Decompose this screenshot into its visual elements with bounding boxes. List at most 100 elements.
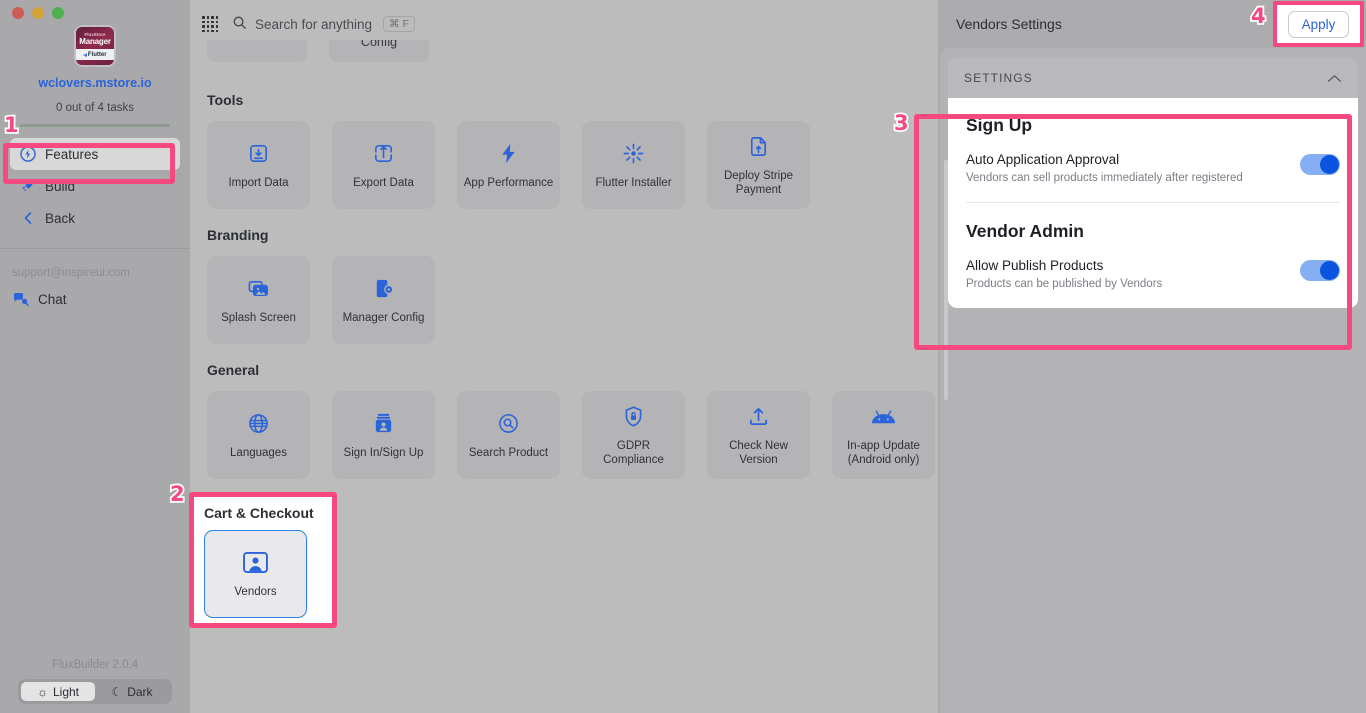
card-in-app-update[interactable]: In-app Update (Android only)	[832, 391, 935, 479]
app-window: FluxStore Manager ◂ Flutter wclovers.mst…	[0, 0, 1366, 713]
card-label: Import Data	[228, 176, 289, 189]
card-label: Vendors	[234, 585, 277, 598]
tasks-progress-bar	[20, 124, 170, 127]
cut-card-label: Config	[360, 40, 398, 49]
bolt-icon	[497, 141, 520, 167]
flutter-strip: ◂ Flutter	[76, 49, 114, 60]
phone-gear-icon	[372, 276, 395, 302]
settings-card: SETTINGS Sign Up Auto Application Approv…	[948, 58, 1358, 308]
section-title: General	[207, 362, 260, 378]
chat-bubble-icon	[12, 291, 29, 307]
section-title: Tools	[207, 92, 244, 108]
close-window-button[interactable]	[12, 7, 24, 19]
theme-switcher[interactable]: ☼ Light ☾ Dark	[18, 679, 172, 704]
theme-dark-label: Dark	[127, 684, 153, 699]
card-sign-in-sign-up[interactable]: Sign In/Sign Up	[332, 391, 435, 479]
card-label: Deploy Stripe Payment	[723, 169, 794, 196]
annotation-badge-1: 1	[2, 111, 20, 139]
sidebar-item-label: Features	[45, 146, 99, 162]
id-card-icon	[372, 411, 395, 437]
support-email[interactable]: support@inspireui.com	[12, 267, 190, 279]
settings-section-title: SETTINGS	[964, 71, 1033, 85]
flutter-glyph-icon: ◂	[83, 51, 87, 59]
cut-off-card-config[interactable]: Config	[329, 40, 429, 62]
card-import-data[interactable]: Import Data	[207, 121, 310, 209]
theme-light-label: Light	[52, 684, 80, 699]
sidebar: FluxStore Manager ◂ Flutter wclovers.mst…	[0, 0, 190, 713]
cut-off-card[interactable]	[207, 40, 307, 62]
card-search-product[interactable]: Search Product	[457, 391, 560, 479]
card-deploy-stripe-payment[interactable]: Deploy Stripe Payment	[707, 121, 810, 209]
setting-description: Vendors can sell products immediately af…	[966, 172, 1243, 184]
chevron-up-icon[interactable]	[1327, 71, 1342, 86]
right-panel-scrollbar[interactable]	[944, 160, 948, 400]
card-flutter-installer[interactable]: Flutter Installer	[582, 121, 685, 209]
app-icon: FluxStore Manager ◂ Flutter	[74, 25, 116, 67]
moon-icon: ☾	[111, 684, 123, 699]
settings-group-title: Sign Up	[966, 115, 1033, 135]
theme-option-light[interactable]: ☼ Light	[21, 682, 95, 701]
section-cards: Splash Screen Manager Config	[207, 256, 435, 344]
apply-button[interactable]: Apply	[1287, 10, 1350, 38]
apps-grid-icon[interactable]	[202, 16, 218, 32]
section-general: General Languages Sign In/Sign Up Search…	[207, 362, 935, 479]
tasks-status: 0 out of 4 tasks	[56, 102, 134, 114]
feature-circle-icon	[20, 146, 36, 162]
setting-label: Allow Publish Products	[966, 258, 1104, 273]
shield-lock-icon	[622, 404, 645, 430]
card-app-performance[interactable]: App Performance	[457, 121, 560, 209]
flutter-label: Flutter	[87, 51, 107, 58]
card-gdpr-compliance[interactable]: GDPR Compliance	[582, 391, 685, 479]
settings-divider	[966, 202, 1340, 203]
vendor-person-icon	[243, 550, 268, 576]
card-check-new-version[interactable]: Check New Version	[707, 391, 810, 479]
annotation-badge-4: 4	[1249, 2, 1267, 30]
section-branding: Branding Splash Screen Manager Config	[207, 227, 435, 344]
card-label: Search Product	[468, 446, 549, 459]
chevron-left-icon	[20, 210, 36, 226]
theme-option-dark[interactable]: ☾ Dark	[95, 682, 169, 701]
maximize-window-button[interactable]	[52, 7, 64, 19]
section-tools: Tools Import Data Export Data App Perfor…	[207, 92, 810, 209]
card-label: GDPR Compliance	[603, 439, 664, 466]
sidebar-item-build[interactable]: Build	[10, 170, 180, 202]
card-manager-config[interactable]: Manager Config	[332, 256, 435, 344]
sparkle-icon	[622, 141, 645, 167]
sidebar-item-features[interactable]: Features	[10, 138, 180, 170]
card-label: Export Data	[353, 176, 414, 189]
import-icon	[247, 141, 270, 167]
search-shortcut-badge: ⌘ F	[383, 16, 415, 32]
file-upload-icon	[747, 134, 770, 160]
card-splash-screen[interactable]: Splash Screen	[207, 256, 310, 344]
card-label: Splash Screen	[221, 311, 296, 324]
site-name-link[interactable]: wclovers.mstore.io	[0, 76, 190, 90]
app-icon-line2: Manager	[79, 37, 111, 46]
card-label: Manager Config	[342, 311, 425, 324]
cart-checkout-section-highlight: Cart & Checkout Vendors	[189, 492, 337, 628]
setting-row-allow-publish-products: Allow Publish Products Products can be p…	[966, 258, 1340, 290]
export-icon	[372, 141, 395, 167]
app-logo: FluxStore Manager ◂ Flutter	[0, 25, 190, 67]
section-cards: Languages Sign In/Sign Up Search Product	[207, 391, 935, 479]
settings-section-header[interactable]: SETTINGS	[948, 58, 1358, 98]
card-label: Languages	[230, 446, 287, 459]
settings-shell: SETTINGS Sign Up Auto Application Approv…	[940, 48, 1366, 713]
sun-icon: ☼	[36, 684, 48, 699]
toggle-auto-application-approval[interactable]	[1300, 154, 1340, 175]
section-cards: Import Data Export Data App Performance	[207, 121, 810, 209]
search-input[interactable]: Search for anything ⌘ F	[232, 15, 415, 33]
card-languages[interactable]: Languages	[207, 391, 310, 479]
chat-button[interactable]: Chat	[12, 291, 190, 307]
card-export-data[interactable]: Export Data	[332, 121, 435, 209]
toggle-allow-publish-products[interactable]	[1300, 260, 1340, 281]
search-placeholder: Search for anything	[255, 16, 373, 32]
sidebar-item-back[interactable]: Back	[10, 202, 180, 234]
annotation-badge-2: 2	[168, 480, 186, 508]
card-vendors[interactable]: Vendors	[204, 530, 307, 618]
upload-icon	[747, 404, 770, 430]
setting-row-auto-application-approval: Auto Application Approval Vendors can se…	[966, 152, 1340, 184]
sidebar-nav: Features Build Back	[0, 138, 190, 234]
settings-body: Sign Up Auto Application Approval Vendor…	[948, 98, 1358, 308]
card-label: In-app Update (Android only)	[847, 439, 920, 466]
minimize-window-button[interactable]	[32, 7, 44, 19]
